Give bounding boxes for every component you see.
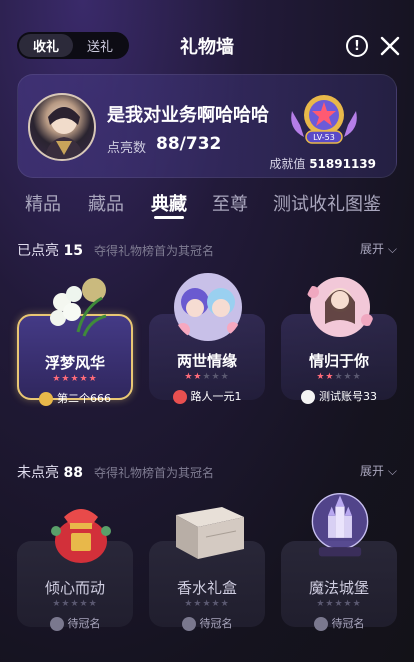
girl-portrait-gift-icon — [307, 277, 373, 337]
owner-name: 路人一元1 — [190, 390, 242, 403]
owner-name: 待冠名 — [331, 617, 365, 630]
gift-name: 情归于你 — [308, 352, 369, 370]
level-text: LV-53 — [313, 133, 335, 142]
twin-anime-gift-icon — [174, 273, 242, 341]
gift-owner: 待冠名 — [281, 615, 397, 631]
achievement-label: 成就值 — [269, 157, 306, 171]
gift-owner: 测试账号33 — [281, 388, 397, 404]
star-rating: ★★★★★ — [52, 374, 98, 384]
unlit-expand-button[interactable]: 展开 ⌵ — [360, 462, 397, 479]
gift-owner: 待冠名 — [17, 615, 133, 631]
star-rating: ★★★★★ — [184, 599, 230, 609]
level-badge-icon: LV-53 — [291, 95, 357, 144]
tab-classic[interactable]: 典藏 — [151, 190, 187, 216]
info-icon[interactable]: ! — [346, 35, 368, 57]
owner-name: 待冠名 — [199, 617, 233, 630]
gift-name: 两世情缘 — [176, 352, 237, 370]
hello-kitty-avatar-icon — [301, 390, 315, 404]
username: 是我对业务啊哈哈哈 — [107, 105, 269, 126]
avatar[interactable] — [28, 93, 96, 161]
lit-expand-button[interactable]: 展开 ⌵ — [360, 240, 397, 257]
owner-name: 测试账号33 — [319, 390, 377, 403]
star-rating: ★★★★★ — [184, 372, 230, 382]
profile-card: 是我对业务啊哈哈哈 点亮数 88/732 LV-53 成就值 51891139 — [17, 74, 397, 178]
star-rating: ★★★★★ — [316, 372, 362, 382]
points-value: 88/732 — [156, 134, 222, 154]
mushroom-avatar-icon — [172, 390, 187, 404]
gift-name: 浮梦风华 — [44, 354, 105, 372]
crown-placeholder-icon — [313, 617, 328, 631]
star-rating: ★★★★★ — [316, 599, 362, 609]
category-tabs: 精品 藏品 典藏 至尊 测试收礼图鉴 — [0, 190, 414, 220]
magic-castle-gift-icon — [311, 492, 369, 557]
gift-owner: 路人一元1 — [149, 388, 265, 404]
lit-section-header: 已点亮 15 夺得礼物榜首为其冠名 展开 ⌵ — [17, 240, 397, 260]
unlit-section-header: 未点亮 88 夺得礼物榜首为其冠名 展开 ⌵ — [17, 462, 397, 482]
owner-name: 第二个666 — [57, 392, 111, 405]
gift-name: 倾心而动 — [44, 579, 105, 597]
tab-supreme[interactable]: 至尊 — [212, 190, 248, 216]
lit-expand-label: 展开 — [360, 242, 385, 256]
tab-collection[interactable]: 藏品 — [88, 190, 124, 216]
lit-count: 15 — [63, 243, 83, 259]
star-rating: ★★★★★ — [52, 599, 98, 609]
unlit-section-title: 未点亮 88 — [17, 462, 83, 482]
lit-section-title: 已点亮 15 — [17, 240, 83, 260]
gift-name: 香水礼盒 — [176, 579, 237, 597]
achievement-number: 51891139 — [309, 157, 376, 171]
lily-lantern-gift-icon — [50, 278, 107, 337]
close-icon[interactable] — [380, 36, 400, 56]
crown-icon — [39, 392, 53, 406]
owner-name: 待冠名 — [67, 617, 101, 630]
crown-placeholder-icon — [49, 617, 64, 631]
tab-test-gift-catalog[interactable]: 测试收礼图鉴 — [273, 190, 381, 216]
unlit-count: 88 — [63, 465, 83, 481]
unlit-section-subtitle: 夺得礼物榜首为其冠名 — [94, 466, 215, 480]
lucky-bag-gift-icon — [51, 509, 111, 563]
tab-premium[interactable]: 精品 — [25, 190, 61, 216]
unlit-expand-label: 展开 — [360, 464, 385, 478]
gift-name: 魔法城堡 — [308, 579, 369, 597]
lit-section-subtitle: 夺得礼物榜首为其冠名 — [94, 244, 215, 258]
gift-owner: 第二个666 — [19, 390, 131, 406]
chevron-down-icon: ⌵ — [387, 242, 397, 256]
perfume-box-gift-icon — [176, 507, 244, 559]
achievement-value: 成就值 51891139 — [269, 155, 376, 172]
unlit-title-text: 未点亮 — [17, 465, 59, 481]
active-tab-indicator — [154, 216, 184, 219]
crown-placeholder-icon — [181, 617, 196, 631]
gift-owner: 待冠名 — [149, 615, 265, 631]
chevron-down-icon: ⌵ — [387, 464, 397, 478]
points-label: 点亮数 — [107, 141, 147, 156]
lit-title-text: 已点亮 — [17, 243, 59, 259]
